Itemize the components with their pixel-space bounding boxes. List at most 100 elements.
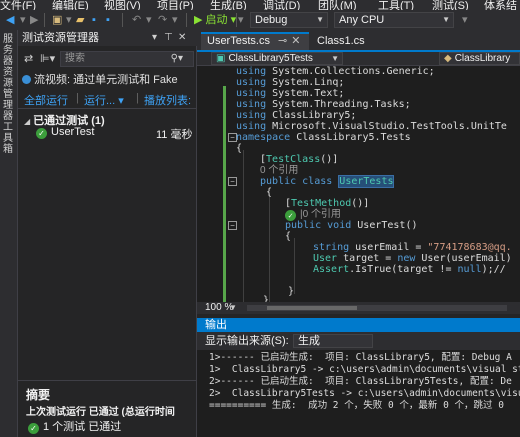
platform-select[interactable]: Any CPU ▼ [334,12,454,28]
menu-team[interactable]: 团队(M) [318,0,357,10]
project-nav-select[interactable]: ▣ ClassLibrary5Tests ▼ [211,52,343,65]
horizontal-scrollbar[interactable] [247,305,507,311]
tab-class1[interactable]: Class1.cs [311,32,381,50]
test-explorer-title: 测试资源管理器 [22,32,99,44]
code-line: using Microsoft.VisualStudio.TestTools.U… [236,121,507,132]
pin-icon[interactable]: ⊤ [164,30,173,46]
output-source-select[interactable]: 生成 [293,334,373,348]
code-line: public void UserTest() [285,220,418,231]
menu-edit[interactable]: 编辑(E) [52,0,89,10]
summary-result-text: 1 个测试 已通过 [43,421,122,433]
search-icon[interactable]: ⚲▾ [171,52,183,66]
menu-architecture[interactable]: 体系结 [484,0,517,10]
tab-class1-label: Class1.cs [317,35,365,47]
code-line: public class UserTests [260,175,395,188]
code-line: [TestMethod()] [285,198,370,209]
forward-icon[interactable]: ▶ [30,13,38,27]
code-line: using System.Text; [236,88,345,99]
pin-icon[interactable]: ⊸ [278,35,287,47]
configuration-select[interactable]: Debug ▼ [250,12,328,28]
dropdown-arrow-icon[interactable]: ▾ [238,13,244,27]
output-line: ========== 生成: 成功 2 个，失败 0 个，最新 0 个，跳过 0 [209,400,504,411]
dropdown-arrow-icon[interactable]: ▾ [66,13,72,27]
collapse-icon[interactable]: ◢ [24,117,30,126]
summary-last-run: 上次测试运行 已通过 (总运行时间 [26,407,175,418]
summary-title: 摘要 [26,388,51,402]
undo-icon[interactable]: ↶ [132,13,141,27]
output-text[interactable]: 1>------ 已启动生成: 项目: ClassLibrary5, 配置: D… [197,350,520,437]
new-project-icon[interactable]: ▣ [52,13,62,27]
close-icon[interactable]: ✕ [178,30,186,46]
output-source-label: 显示输出来源(S): [205,335,289,347]
menu-bar: 文件(F) 编辑(E) 视图(V) 项目(P) 生成(B) 调试(D) 团队(M… [0,0,520,10]
code-line: { [285,231,292,242]
run-all-link[interactable]: 全部运行 [24,92,68,108]
output-line: 2>------ 已启动生成: 项目: ClassLibrary5Tests, … [209,376,512,387]
output-line: 2> ClassLibrary5Tests -> c:\users\admin\… [209,388,520,399]
editor-status-strip: 100 % ▼ [197,302,520,314]
dropdown-arrow-icon[interactable]: ▾ [172,13,178,27]
menu-tools[interactable]: 工具(T) [378,0,414,10]
redo-icon[interactable]: ↷ [158,13,167,27]
code-line: namespace ClassLibrary5.Tests [236,132,411,143]
chevron-down-icon: ▼ [316,15,324,24]
open-folder-icon[interactable]: ▰ [76,13,84,27]
save-all-icon[interactable]: ▪ [106,13,110,27]
side-tool-strip[interactable]: 服务器资源管理器工具箱 [0,30,18,437]
test-item-usertest[interactable]: ✓ UserTest 11 毫秒 [36,126,194,141]
test-explorer-title-bar: 测试资源管理器 ▾ ⊤ ✕ [18,30,197,46]
close-icon[interactable]: ✕ [291,35,300,47]
code-line: { [236,143,243,154]
scrollbar-thumb[interactable] [267,306,357,310]
type-nav-select[interactable]: ◆ ClassLibrary [439,52,520,65]
menu-view[interactable]: 视图(V) [104,0,141,10]
collapse-icon[interactable]: − [228,177,237,186]
tab-usertests[interactable]: UserTests.cs ⊸ ✕ [201,32,309,50]
output-panel: 输出 显示输出来源(S): 生成 1>------ 已启动生成: 项目: Cla… [197,314,520,437]
tab-usertests-label: UserTests.cs [207,35,270,47]
filter-icon[interactable]: ⊫▾ [40,52,55,65]
toolbar: ◀ ▾ ▶ ▣ ▾ ▰ ▪ ▪ ↶ ▾ ↷ ▾ ▶ 启动 ▾ ▾ Debug ▼… [0,10,520,30]
summary-result: ✓ 1 个测试 已通过 [28,418,121,434]
start-button[interactable]: ▶ 启动 ▾ [194,13,236,27]
menu-project[interactable]: 项目(P) [157,0,194,10]
test-search-input[interactable]: 搜索 ⚲▾ [60,51,194,67]
dropdown-arrow-icon[interactable]: ▾ [462,13,468,27]
info-notice[interactable]: 流视频: 通过单元测试和 Fake [22,73,194,87]
test-name: UserTest [51,126,95,138]
chevron-down-icon[interactable]: ▼ [229,302,237,314]
group-by-icon[interactable]: ⇄ [24,52,33,65]
test-duration: 11 毫秒 [156,129,193,141]
collapse-icon[interactable]: − [228,221,237,230]
class-icon: ◆ [444,53,452,64]
run-menu-link[interactable]: 运行... ▾ [84,92,124,108]
save-icon[interactable]: ▪ [92,13,96,27]
type-nav-value: ClassLibrary [454,53,511,64]
passed-check-icon: ✓ [28,423,39,434]
menu-debug[interactable]: 调试(D) [263,0,300,10]
navigation-bar: ▣ ClassLibrary5Tests ▼ ◆ ClassLibrary [197,52,520,66]
menu-file[interactable]: 文件(F) [0,0,36,10]
chevron-down-icon[interactable]: ▾ [152,30,157,46]
selected-class-name[interactable]: UserTests [338,175,395,188]
document-tabs: UserTests.cs ⊸ ✕ Class1.cs [197,30,520,50]
back-icon[interactable]: ◀ [6,13,14,27]
dropdown-arrow-icon[interactable]: ▾ [146,13,152,27]
dropdown-arrow-icon[interactable]: ▾ [20,13,26,27]
project-nav-value: ClassLibrary5Tests [228,53,313,64]
code-line: } [263,295,270,302]
output-source-value: 生成 [298,335,320,347]
code-lens-references[interactable]: 0 个引用 [260,165,298,176]
chevron-down-icon: ▼ [442,15,450,24]
code-line: [TestClass()] [260,154,339,165]
playlist-link[interactable]: 播放列表: [144,92,191,108]
code-line: using System.Linq; [236,77,345,88]
menu-build[interactable]: 生成(B) [210,0,247,10]
menu-test[interactable]: 测试(S) [432,0,469,10]
code-editor[interactable]: using System.Collections.Generic; using … [197,66,520,302]
output-line: 1>------ 已启动生成: 项目: ClassLibrary5, 配置: D… [209,352,512,363]
code-line: } [288,286,295,297]
test-search-placeholder: 搜索 [65,53,85,64]
output-source-bar: 显示输出来源(S): 生成 [197,332,520,350]
output-title: 输出 [197,318,520,332]
